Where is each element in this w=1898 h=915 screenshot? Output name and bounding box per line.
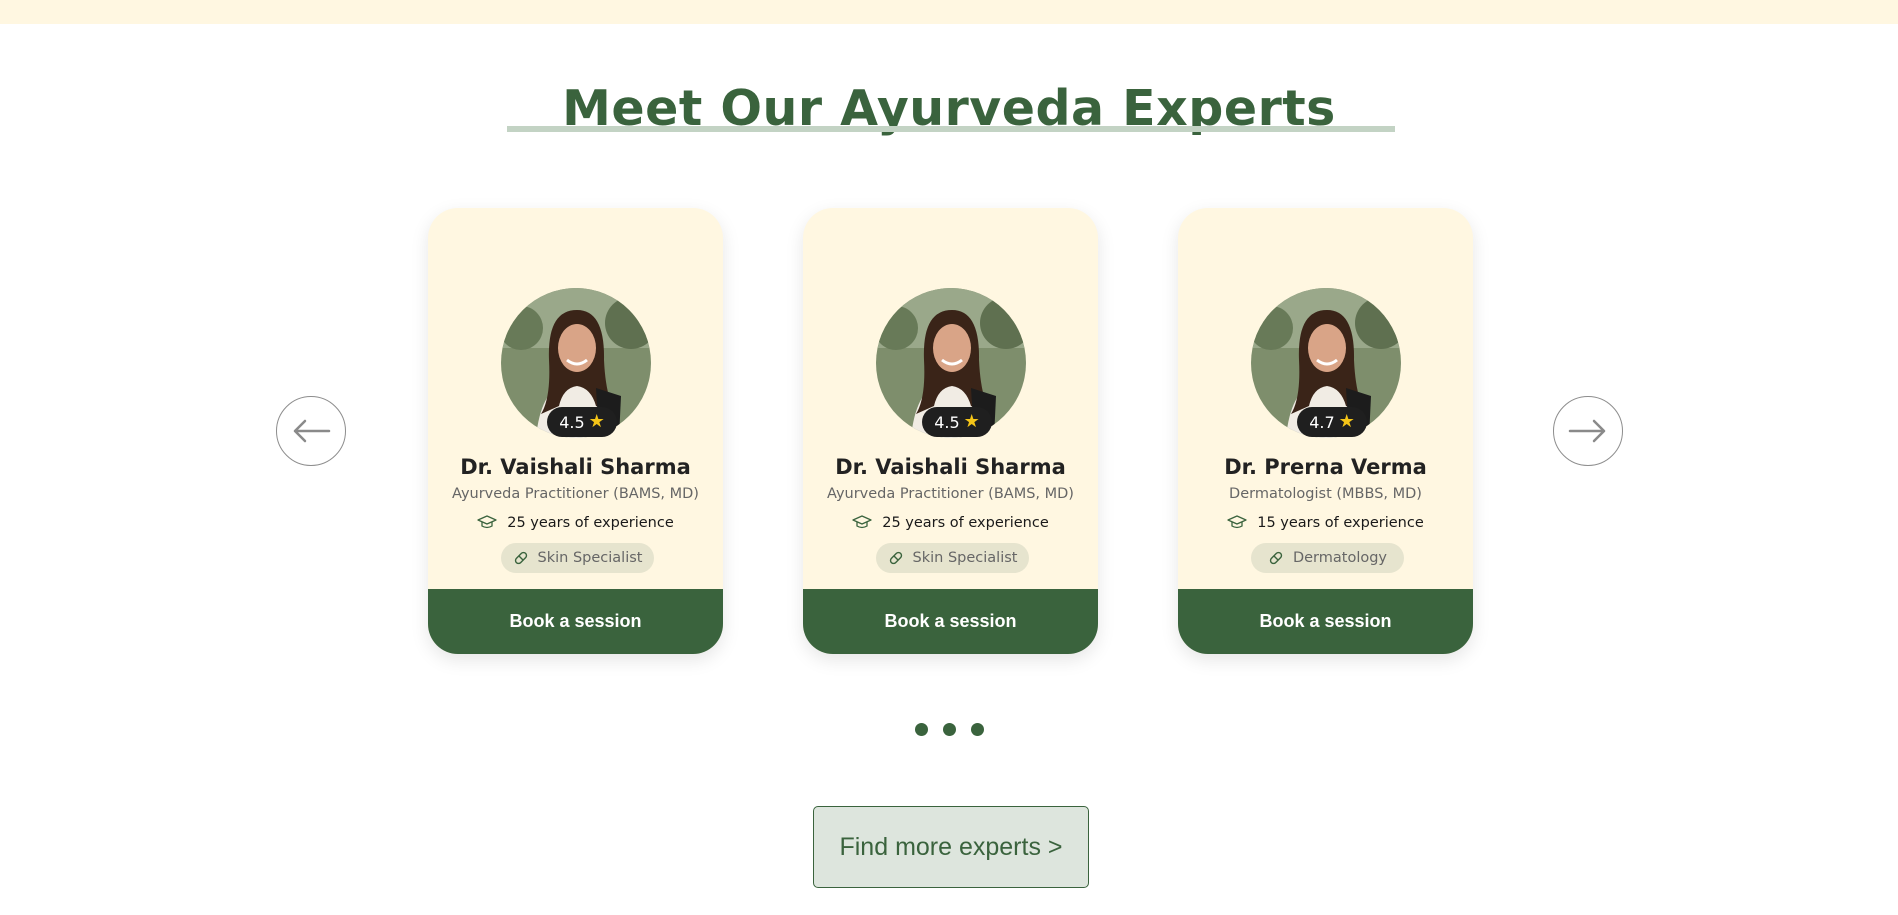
- experience-row: 25 years of experience: [428, 515, 723, 531]
- book-session-button[interactable]: Book a session: [428, 589, 723, 654]
- experience-text: 15 years of experience: [1257, 515, 1424, 531]
- experience-row: 25 years of experience: [803, 515, 1098, 531]
- rating-badge: 4.5 ★: [922, 407, 992, 437]
- star-icon: ★: [1338, 411, 1355, 432]
- find-more-experts-button[interactable]: Find more experts >: [813, 806, 1089, 888]
- doctor-name: Dr. Vaishali Sharma: [460, 455, 691, 479]
- graduation-cap-icon: [477, 515, 497, 529]
- doctor-name: Dr. Prerna Verma: [1224, 455, 1427, 479]
- arrow-left-icon: [293, 419, 331, 443]
- title-underline: [507, 126, 1395, 132]
- top-banner-strip: [0, 0, 1898, 24]
- carousel-next-button[interactable]: [1553, 396, 1623, 466]
- avatar-wrap: 4.5 ★: [501, 288, 651, 438]
- specialty-tag: Skin Specialist: [876, 543, 1029, 573]
- graduation-cap-icon: [852, 515, 872, 529]
- carousel-dots: [0, 723, 1898, 736]
- pill-icon: [889, 551, 902, 565]
- specialty-text: Skin Specialist: [537, 550, 643, 566]
- experience-text: 25 years of experience: [882, 515, 1049, 531]
- rating-badge: 4.7 ★: [1297, 407, 1367, 437]
- pill-icon: [514, 551, 527, 565]
- rating-value: 4.5: [934, 412, 960, 432]
- carousel-prev-button[interactable]: [276, 396, 346, 466]
- pill-icon: [1269, 551, 1283, 565]
- avatar-wrap: 4.7 ★: [1251, 288, 1401, 438]
- doctor-qualification: Ayurveda Practitioner (BAMS, MD): [827, 486, 1074, 502]
- specialty-text: Dermatology: [1292, 550, 1388, 566]
- doctor-qualification: Ayurveda Practitioner (BAMS, MD): [452, 486, 699, 502]
- book-session-button[interactable]: Book a session: [1178, 589, 1473, 654]
- experience-row: 15 years of experience: [1178, 515, 1473, 531]
- graduation-cap-icon: [1227, 515, 1247, 529]
- rating-badge: 4.5 ★: [547, 407, 617, 437]
- arrow-right-icon: [1568, 419, 1606, 443]
- book-session-button[interactable]: Book a session: [803, 589, 1098, 654]
- rating-value: 4.7: [1309, 412, 1335, 432]
- carousel-dot[interactable]: [970, 723, 984, 736]
- rating-value: 4.5: [559, 412, 585, 432]
- specialty-tag: Dermatology: [1251, 543, 1404, 573]
- doctor-qualification: Dermatologist (MBBS, MD): [1229, 486, 1422, 502]
- expert-card: 4.7 ★ Dr. Prerna Verma Dermatologist (MB…: [1178, 208, 1473, 654]
- star-icon: ★: [963, 411, 980, 432]
- star-icon: ★: [588, 411, 605, 432]
- experience-text: 25 years of experience: [507, 515, 674, 531]
- carousel-dot[interactable]: [914, 723, 928, 736]
- carousel-dot[interactable]: [942, 723, 956, 736]
- specialty-text: Skin Specialist: [912, 550, 1018, 566]
- doctor-name: Dr. Vaishali Sharma: [835, 455, 1066, 479]
- expert-card: 4.5 ★ Dr. Vaishali Sharma Ayurveda Pract…: [428, 208, 723, 654]
- expert-card: 4.5 ★ Dr. Vaishali Sharma Ayurveda Pract…: [803, 208, 1098, 654]
- specialty-tag: Skin Specialist: [501, 543, 654, 573]
- avatar-wrap: 4.5 ★: [876, 288, 1026, 438]
